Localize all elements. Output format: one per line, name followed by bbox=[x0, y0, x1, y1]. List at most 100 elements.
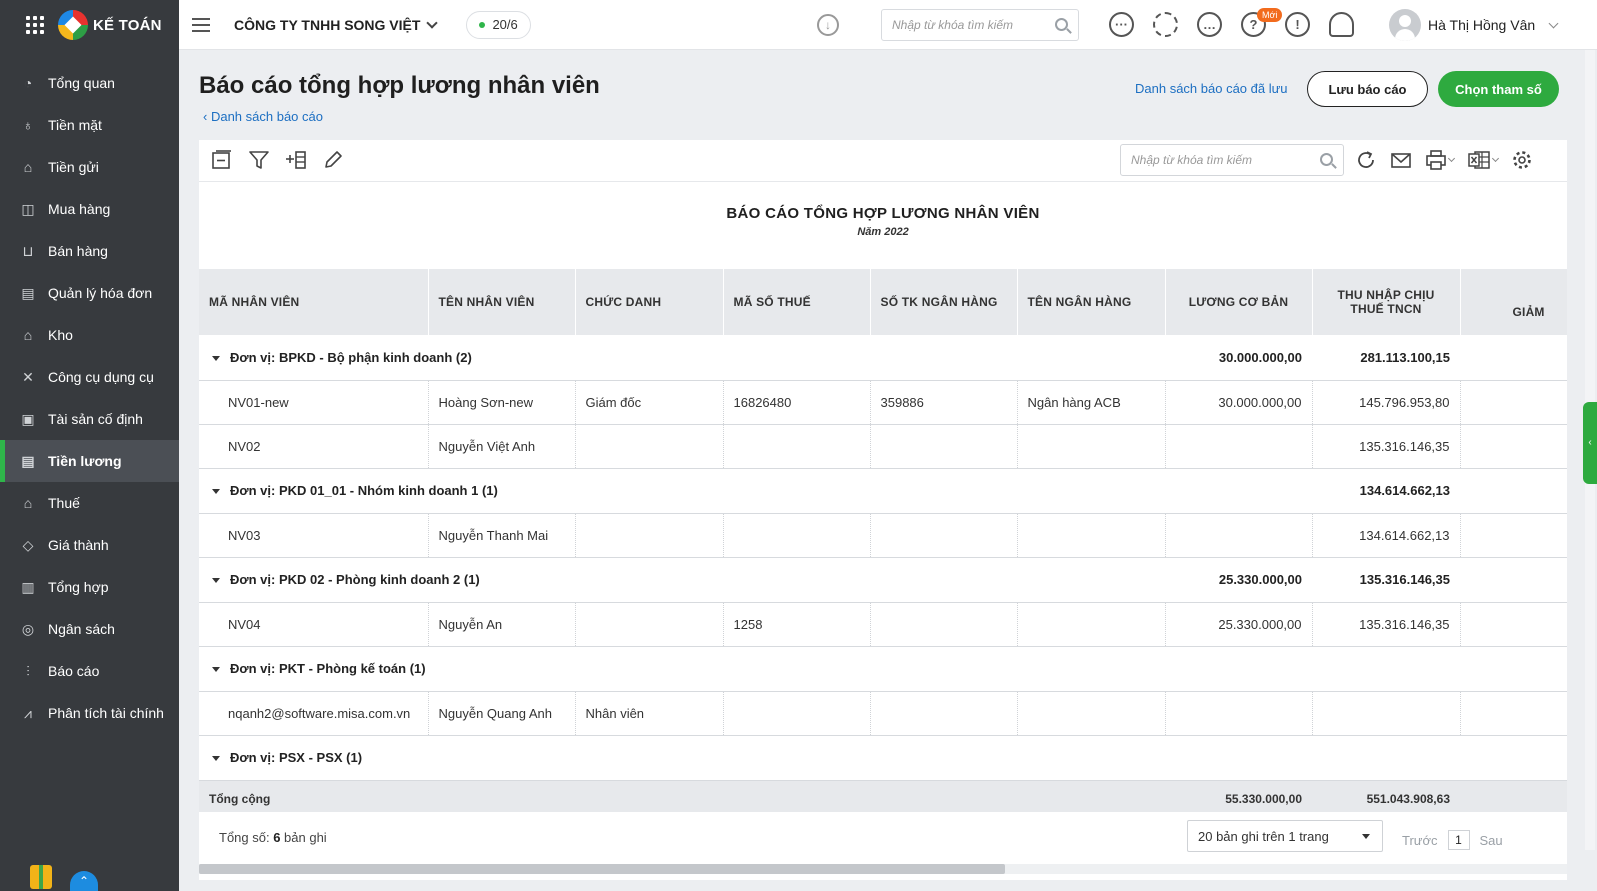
top-search-input[interactable] bbox=[892, 18, 1042, 32]
caret-down-icon[interactable] bbox=[212, 489, 220, 495]
bank-account bbox=[870, 602, 1018, 647]
total-taxable: 551.043.908,63 bbox=[1312, 780, 1460, 815]
group-row[interactable]: Đơn vị: PSX - PSX (1) bbox=[199, 735, 1567, 781]
col-header[interactable]: CHỨC DANH bbox=[575, 269, 724, 335]
sidebar-item[interactable]: ▣ Tài sản cố định bbox=[0, 398, 179, 440]
group-label-text: Đơn vị: BPKD - Bộ phận kinh doanh (2) bbox=[230, 349, 472, 365]
col-header[interactable]: TÊN NGÂN HÀNG bbox=[1017, 269, 1166, 335]
sidebar-item[interactable]: ⫶ Báo cáo bbox=[0, 650, 179, 692]
sidebar-item[interactable]: ▤ Quản lý hóa đơn bbox=[0, 272, 179, 314]
report-table: MÃ NHÂN VIÊN TÊN NHÂN VIÊN CHỨC DANH MÃ … bbox=[199, 269, 1567, 815]
bell-icon[interactable] bbox=[1329, 12, 1354, 37]
user-menu[interactable]: Hà Thị Hồng Vân bbox=[1389, 9, 1559, 41]
caret-down-icon[interactable] bbox=[212, 578, 220, 584]
refresh-icon[interactable] bbox=[1355, 149, 1377, 171]
sidebar-item[interactable]: ▤ Tiền lương bbox=[0, 440, 179, 482]
save-report-button[interactable]: Lưu báo cáo bbox=[1307, 71, 1428, 107]
filter-icon[interactable] bbox=[248, 149, 270, 171]
col-header[interactable]: MÃ SỐ THUẾ bbox=[723, 269, 871, 335]
alert-icon[interactable]: ! bbox=[1285, 12, 1310, 37]
excel-export-menu[interactable] bbox=[1467, 149, 1500, 171]
more-icon[interactable]: ··· bbox=[1109, 12, 1134, 37]
chevron-down-icon bbox=[1491, 154, 1500, 163]
col-header[interactable]: SỐ TK NGÂN HÀNG bbox=[870, 269, 1018, 335]
page-size-select[interactable]: 20 bản ghi trên 1 trang bbox=[1187, 820, 1383, 852]
group-row[interactable]: Đơn vị: PKD 02 - Phòng kinh doanh 2 (1) 2… bbox=[199, 557, 1567, 603]
sidebar-item[interactable]: ▥ Tổng hợp bbox=[0, 566, 179, 608]
sidebar-item-label: Tổng quan bbox=[48, 75, 115, 91]
sidebar-item[interactable]: ⌂ Tiền gửi bbox=[0, 146, 179, 188]
sidebar-item[interactable]: ✕ Công cụ dụng cụ bbox=[0, 356, 179, 398]
settings-icon[interactable] bbox=[1511, 149, 1533, 171]
table-row[interactable]: NV03 Nguyễn Thanh Mai 134.614.662,13 bbox=[199, 513, 1567, 558]
choose-params-button[interactable]: Chọn tham số bbox=[1438, 71, 1559, 107]
chat-icon[interactable]: … bbox=[1197, 12, 1222, 37]
sidebar-item[interactable]: ⊔ Bán hàng bbox=[0, 230, 179, 272]
budget-icon: ◎ bbox=[21, 620, 35, 637]
company-selector[interactable]: CÔNG TY TNHH SONG VIỆT bbox=[234, 17, 439, 33]
prev-page-button[interactable]: Trước bbox=[1402, 833, 1438, 848]
app-grid-icon[interactable] bbox=[26, 16, 44, 34]
side-panel-toggle[interactable]: ‹ bbox=[1583, 402, 1597, 484]
top-search[interactable] bbox=[881, 9, 1079, 41]
edit-icon[interactable] bbox=[322, 149, 344, 171]
invoice-icon: ▤ bbox=[21, 284, 35, 301]
print-menu[interactable] bbox=[1425, 149, 1456, 171]
employee-code: NV01-new bbox=[199, 380, 429, 425]
table-row[interactable]: NV02 Nguyễn Việt Anh 135.316.146,35 bbox=[199, 424, 1567, 469]
table-row[interactable]: NV04 Nguyễn An 1258 25.330.000,00 135.316.14… bbox=[199, 602, 1567, 647]
total-salary: 55.330.000,00 bbox=[1165, 780, 1312, 815]
chevron-up-icon[interactable]: ⌃ bbox=[70, 871, 98, 891]
sidebar-item[interactable]: ◔ Tổng quan bbox=[0, 62, 179, 104]
saved-reports-link[interactable]: Danh sách báo cáo đã lưu bbox=[1135, 81, 1288, 96]
sidebar-item[interactable]: ◫ Mua hàng bbox=[0, 188, 179, 230]
col-header[interactable]: THU NHẬP CHỊU THUẾ TNCN bbox=[1312, 269, 1461, 335]
email-icon[interactable] bbox=[1390, 149, 1412, 171]
group-label-text: Đơn vị: PKT - Phòng kế toán (1) bbox=[230, 661, 426, 676]
search-icon[interactable] bbox=[1055, 18, 1068, 31]
caret-down-icon[interactable] bbox=[212, 756, 220, 762]
sidebar-item[interactable]: ⩘ Phân tích tài chính bbox=[0, 692, 179, 734]
help-icon[interactable]: ? Mới bbox=[1241, 8, 1283, 37]
chevron-down-icon bbox=[1447, 154, 1456, 163]
sidebar-item[interactable]: ◇ Giá thành bbox=[0, 524, 179, 566]
gift-icon[interactable] bbox=[30, 865, 52, 889]
col-header[interactable]: GIẢM bbox=[1460, 269, 1567, 335]
back-to-report-list-link[interactable]: ‹ Danh sách báo cáo bbox=[203, 109, 323, 124]
table-search-input[interactable] bbox=[1131, 153, 1281, 167]
sidebar-item-label: Quản lý hóa đơn bbox=[48, 285, 153, 301]
horizontal-scrollbar[interactable] bbox=[199, 864, 1567, 874]
table-row[interactable]: NV01-new Hoàng Sơn-new Giám đốc 16826480 359… bbox=[199, 380, 1567, 425]
add-column-icon[interactable] bbox=[285, 149, 307, 171]
gear-icon[interactable] bbox=[1153, 12, 1178, 37]
table-search[interactable] bbox=[1120, 144, 1344, 176]
chevron-down-icon bbox=[1548, 18, 1559, 28]
col-header[interactable]: MÃ NHÂN VIÊN bbox=[199, 269, 429, 335]
next-page-button[interactable]: Sau bbox=[1480, 833, 1503, 848]
sidebar-item[interactable]: ♁ Tiền mặt bbox=[0, 104, 179, 146]
page-number[interactable]: 1 bbox=[1447, 830, 1470, 850]
tools-icon: ✕ bbox=[22, 368, 34, 385]
col-header[interactable]: LƯƠNG CƠ BẢN bbox=[1165, 269, 1313, 335]
bank-account bbox=[870, 691, 1018, 736]
group-row[interactable]: Đơn vị: BPKD - Bộ phận kinh doanh (2) 30.… bbox=[199, 335, 1567, 381]
menu-icon[interactable] bbox=[192, 17, 210, 32]
table-row[interactable]: nqanh2@software.misa.com.vn Nguyễn Quang … bbox=[199, 691, 1567, 736]
search-icon[interactable] bbox=[1320, 153, 1333, 166]
sidebar-item[interactable]: ⌂ Kho bbox=[0, 314, 179, 356]
download-icon[interactable]: ↓ bbox=[817, 14, 839, 36]
sidebar-item[interactable]: ⌂ Thuế bbox=[0, 482, 179, 524]
caret-down-icon[interactable] bbox=[212, 667, 220, 673]
bank-name bbox=[1017, 513, 1166, 558]
employee-name: Nguyễn Việt Anh bbox=[428, 424, 576, 469]
collapse-icon[interactable] bbox=[211, 149, 233, 171]
date-badge[interactable]: 20/6 bbox=[466, 10, 531, 39]
group-row[interactable]: Đơn vị: PKT - Phòng kế toán (1) bbox=[199, 646, 1567, 692]
col-header[interactable]: TÊN NHÂN VIÊN bbox=[428, 269, 576, 335]
logo[interactable]: KẾ TOÁN bbox=[58, 10, 162, 40]
group-row[interactable]: Đơn vị: PKD 01_01 - Nhóm kinh doanh 1 (1… bbox=[199, 468, 1567, 514]
scrollbar-thumb[interactable] bbox=[199, 864, 1005, 874]
report-toolbar bbox=[199, 140, 1567, 182]
caret-down-icon[interactable] bbox=[212, 355, 220, 361]
sidebar-item[interactable]: ◎ Ngân sách bbox=[0, 608, 179, 650]
